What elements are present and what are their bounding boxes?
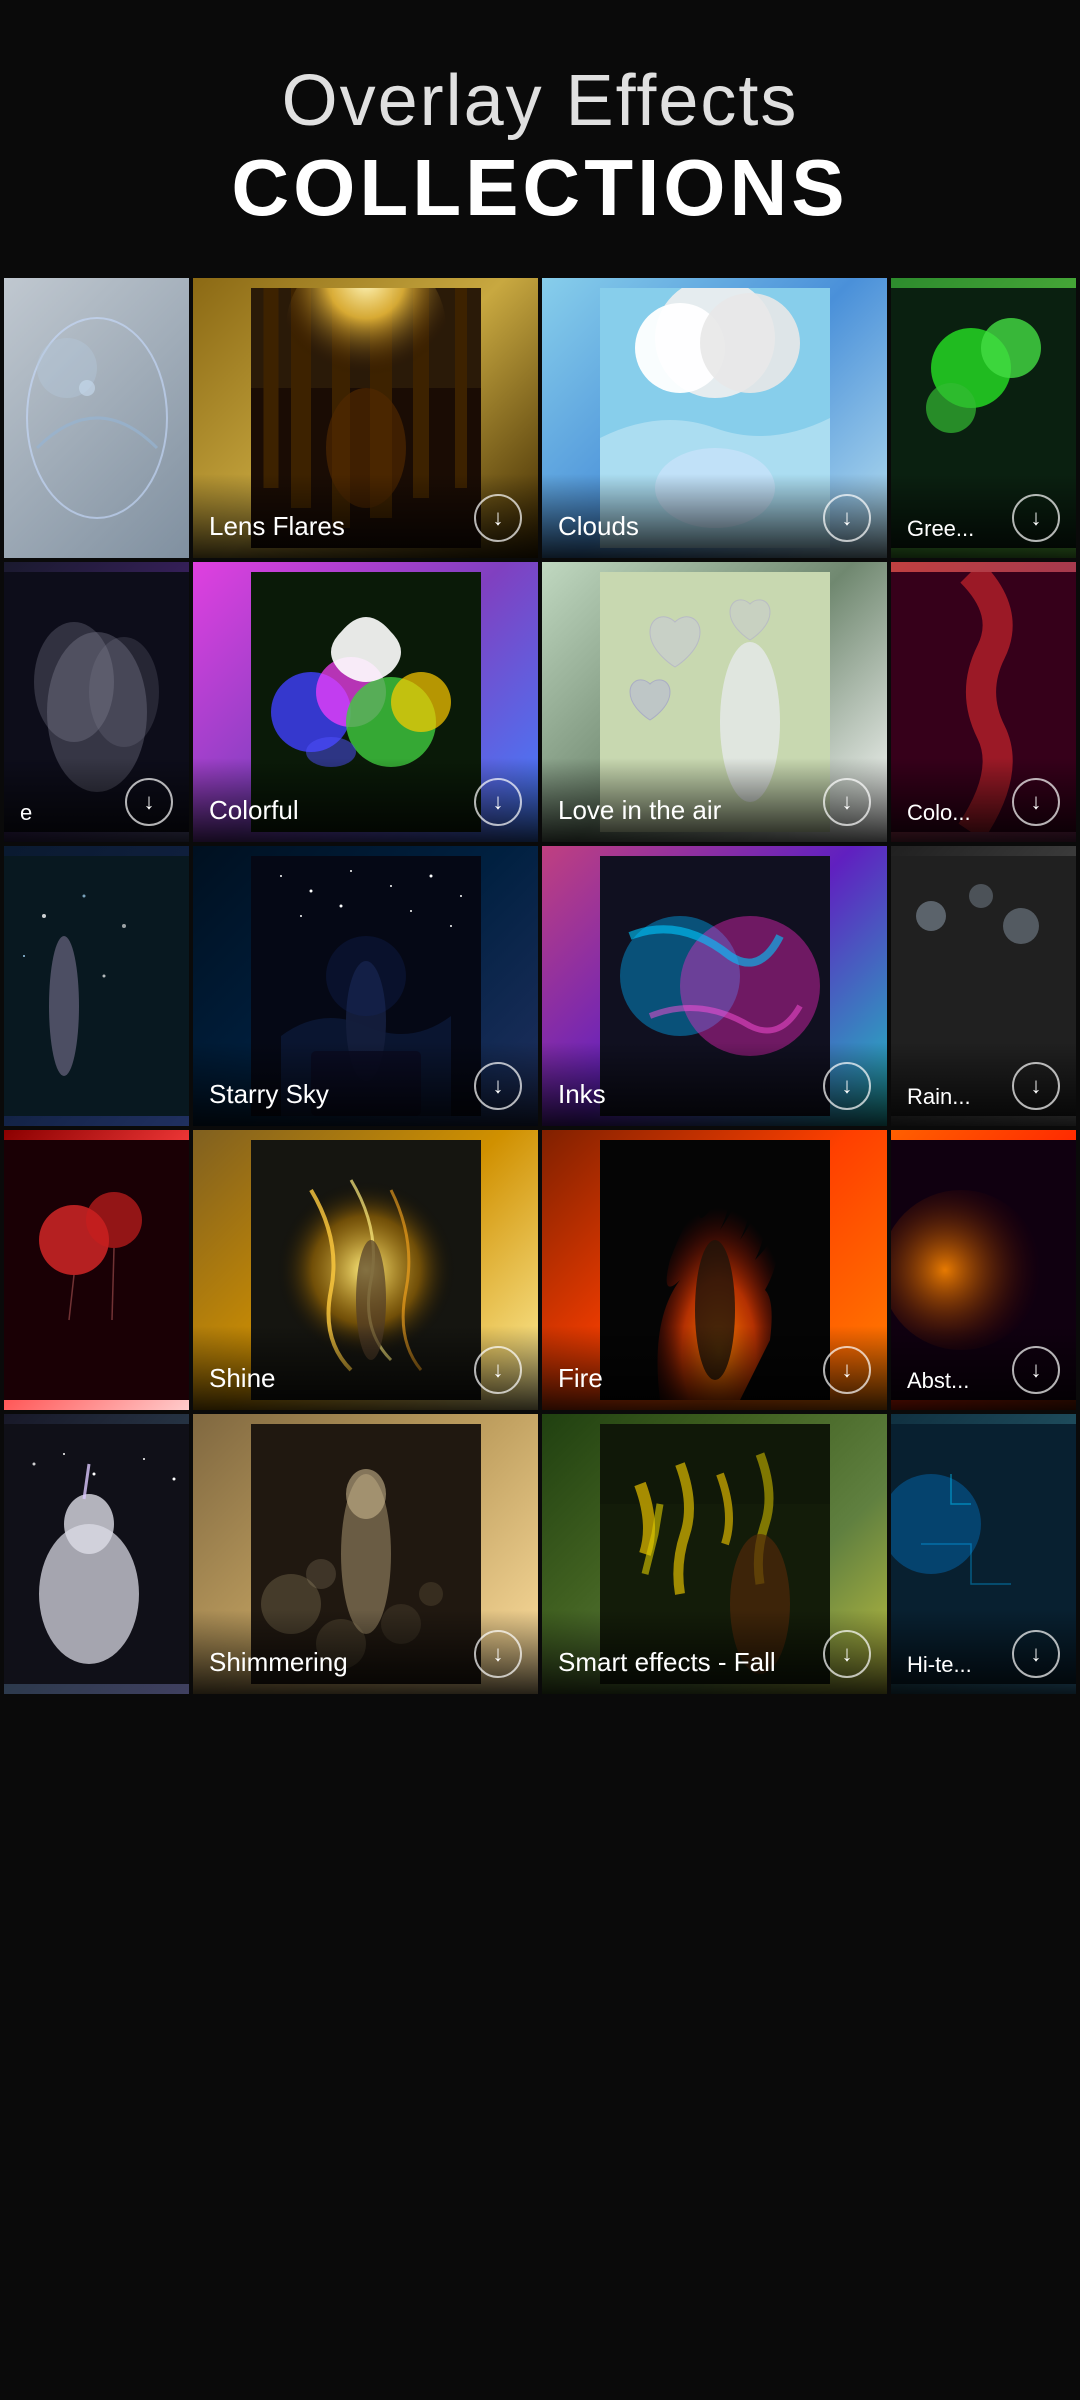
card-love-air-overlay: Love in the air ↓ <box>542 758 887 842</box>
card-fairy[interactable] <box>4 846 189 1126</box>
card-smoke-download-button[interactable]: ↓ <box>125 778 173 826</box>
card-green-download-button[interactable]: ↓ <box>1012 494 1060 542</box>
card-fire-overlay: Fire ↓ <box>542 1326 887 1410</box>
download-icon: ↓ <box>842 1641 853 1667</box>
card-inks-download-button[interactable]: ↓ <box>823 1062 871 1110</box>
card-green-overlay: Gree... ↓ <box>891 474 1076 558</box>
card-love-air-label: Love in the air <box>558 795 813 826</box>
download-icon: ↓ <box>842 1357 853 1383</box>
card-color2-download-button[interactable]: ↓ <box>1012 778 1060 826</box>
card-fire-download-button[interactable]: ↓ <box>823 1346 871 1394</box>
card-inks[interactable]: Inks ↓ <box>542 846 887 1126</box>
card-inks-overlay: Inks ↓ <box>542 1042 887 1126</box>
download-icon: ↓ <box>1031 505 1042 531</box>
card-starry-sky-download-button[interactable]: ↓ <box>474 1062 522 1110</box>
card-smart-fall-download-button[interactable]: ↓ <box>823 1630 871 1678</box>
card-water-horse[interactable] <box>4 278 189 558</box>
card-hitech-download-button[interactable]: ↓ <box>1012 1630 1060 1678</box>
download-icon: ↓ <box>493 1357 504 1383</box>
card-lens-flares[interactable]: Lens Flares ↓ <box>193 278 538 558</box>
card-starry-sky[interactable]: Starry Sky ↓ <box>193 846 538 1126</box>
download-icon: ↓ <box>1031 1641 1042 1667</box>
card-clouds-label: Clouds <box>558 511 813 542</box>
card-shine-label: Shine <box>209 1363 464 1394</box>
card-smart-fall-label: Smart effects - Fall <box>558 1647 813 1678</box>
card-lens-flares-download-button[interactable]: ↓ <box>474 494 522 542</box>
card-love-air[interactable]: Love in the air ↓ <box>542 562 887 842</box>
card-colorful-download-button[interactable]: ↓ <box>474 778 522 826</box>
card-fire[interactable]: Fire ↓ <box>542 1130 887 1410</box>
card-abstract-label: Abst... <box>907 1368 1002 1394</box>
card-clouds-overlay: Clouds ↓ <box>542 474 887 558</box>
download-icon: ↓ <box>144 789 155 815</box>
card-love-air-download-button[interactable]: ↓ <box>823 778 871 826</box>
card-lens-flares-overlay: Lens Flares ↓ <box>193 474 538 558</box>
card-fairy-art <box>4 846 189 1126</box>
card-smoke-label: e <box>20 800 115 826</box>
card-smart-fall[interactable]: Smart effects - Fall ↓ <box>542 1414 887 1694</box>
card-balloons[interactable] <box>4 1130 189 1410</box>
card-smoke-overlay: e↓ <box>4 758 189 842</box>
page-header: Overlay Effects COLLECTIONS <box>0 0 1080 274</box>
card-shimmering[interactable]: Shimmering ↓ <box>193 1414 538 1694</box>
card-balloons-art <box>4 1130 189 1410</box>
card-smoke[interactable]: e↓ <box>4 562 189 842</box>
title-line1: Overlay Effects <box>20 60 1060 142</box>
card-hitech-overlay: Hi-te... ↓ <box>891 1610 1076 1694</box>
card-shine-overlay: Shine ↓ <box>193 1326 538 1410</box>
card-hitech[interactable]: Hi-te... ↓ <box>891 1414 1076 1694</box>
download-icon: ↓ <box>1031 789 1042 815</box>
card-shimmering-download-button[interactable]: ↓ <box>474 1630 522 1678</box>
card-shimmering-label: Shimmering <box>209 1647 464 1678</box>
card-unicorn-art <box>4 1414 189 1694</box>
card-starry-sky-overlay: Starry Sky ↓ <box>193 1042 538 1126</box>
card-colorful-overlay: Colorful ↓ <box>193 758 538 842</box>
card-rain[interactable]: Rain... ↓ <box>891 846 1076 1126</box>
title-line2: COLLECTIONS <box>20 142 1060 234</box>
card-smart-fall-overlay: Smart effects - Fall ↓ <box>542 1610 887 1694</box>
card-clouds[interactable]: Clouds ↓ <box>542 278 887 558</box>
card-abstract-download-button[interactable]: ↓ <box>1012 1346 1060 1394</box>
download-icon: ↓ <box>842 789 853 815</box>
card-green-label: Gree... <box>907 516 1002 542</box>
card-water-horse-art <box>4 278 189 558</box>
card-clouds-download-button[interactable]: ↓ <box>823 494 871 542</box>
card-shimmering-overlay: Shimmering ↓ <box>193 1610 538 1694</box>
card-colorful-label: Colorful <box>209 795 464 826</box>
card-starry-sky-label: Starry Sky <box>209 1079 464 1110</box>
download-icon: ↓ <box>493 505 504 531</box>
download-icon: ↓ <box>493 1641 504 1667</box>
download-icon: ↓ <box>1031 1357 1042 1383</box>
download-icon: ↓ <box>493 1073 504 1099</box>
download-icon: ↓ <box>1031 1073 1042 1099</box>
card-hitech-label: Hi-te... <box>907 1652 1002 1678</box>
card-abstract-overlay: Abst... ↓ <box>891 1326 1076 1410</box>
card-abstract[interactable]: Abst... ↓ <box>891 1130 1076 1410</box>
card-rain-download-button[interactable]: ↓ <box>1012 1062 1060 1110</box>
download-icon: ↓ <box>842 505 853 531</box>
card-rain-overlay: Rain... ↓ <box>891 1042 1076 1126</box>
card-colorful[interactable]: Colorful ↓ <box>193 562 538 842</box>
card-inks-label: Inks <box>558 1079 813 1110</box>
card-color2[interactable]: Colo... ↓ <box>891 562 1076 842</box>
card-shine-download-button[interactable]: ↓ <box>474 1346 522 1394</box>
card-rain-label: Rain... <box>907 1084 1002 1110</box>
card-fire-label: Fire <box>558 1363 813 1394</box>
card-color2-label: Colo... <box>907 800 1002 826</box>
grid-container: Lens Flares↓Clouds↓Gree...↓e↓Colorful↓Lo… <box>0 274 1080 1698</box>
card-lens-flares-label: Lens Flares <box>209 511 464 542</box>
download-icon: ↓ <box>842 1073 853 1099</box>
download-icon: ↓ <box>493 789 504 815</box>
card-unicorn[interactable] <box>4 1414 189 1694</box>
card-shine[interactable]: Shine ↓ <box>193 1130 538 1410</box>
card-green[interactable]: Gree... ↓ <box>891 278 1076 558</box>
card-color2-overlay: Colo... ↓ <box>891 758 1076 842</box>
